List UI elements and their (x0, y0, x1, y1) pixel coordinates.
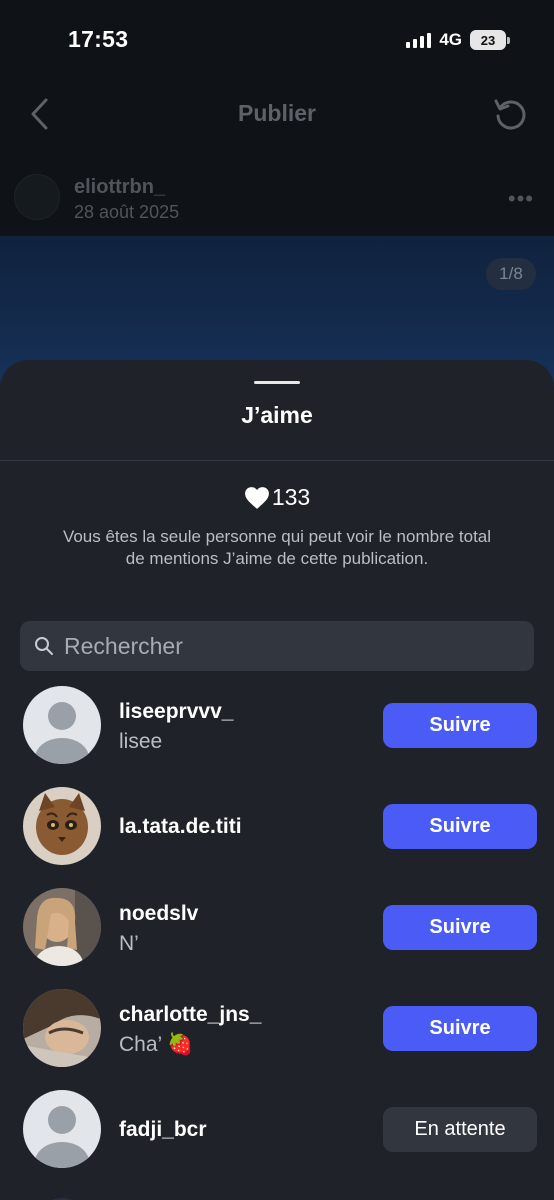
battery-icon: 23 (470, 30, 510, 50)
likers-list: liseeprvvv_ lisee Suivre la.tata.de.titi… (0, 686, 554, 1191)
privacy-note: Vous êtes la seule personne qui peut voi… (62, 527, 492, 568)
search-input[interactable] (64, 632, 514, 660)
list-item[interactable]: charlotte_jns_ Cha’ 🍓 Suivre (0, 989, 554, 1090)
username[interactable]: charlotte_jns_ (119, 1003, 261, 1027)
follow-button[interactable]: Suivre (383, 905, 537, 950)
network-type: 4G (439, 30, 462, 49)
divider (0, 460, 554, 461)
status-bar: 17:53 4G 23 (0, 0, 554, 80)
display-name: Cha’ 🍓 (119, 1033, 194, 1056)
search-bar[interactable] (20, 621, 534, 671)
page-title: Publier (238, 100, 316, 126)
user-photo-icon (23, 989, 101, 1067)
status-indicators: 4G 23 (406, 30, 510, 50)
list-item[interactable]: noedslv N’ Suivre (0, 888, 554, 989)
heart-icon (244, 486, 269, 509)
avatar (23, 1192, 101, 1200)
list-item[interactable]: fadji_bcr En attente (0, 1090, 554, 1191)
display-name: lisee (119, 730, 163, 753)
post-author-username[interactable]: eliottrbn_ (74, 176, 165, 199)
username[interactable]: noedslv (119, 902, 198, 926)
more-options-icon[interactable]: ••• (508, 186, 534, 212)
likes-summary: 133 (0, 484, 554, 511)
follow-button[interactable]: Suivre (383, 1006, 537, 1051)
pending-button[interactable]: En attente (383, 1107, 537, 1152)
list-item[interactable]: la.tata.de.titi Suivre (0, 787, 554, 888)
username[interactable]: fadji_bcr (119, 1118, 207, 1142)
default-avatar-icon (35, 1106, 89, 1168)
avatar[interactable] (23, 888, 101, 966)
post-date: 28 août 2025 (74, 202, 180, 222)
post-author-avatar[interactable] (14, 174, 60, 220)
user-photo-icon (23, 888, 101, 966)
page-indicator-badge: 1/8 (486, 258, 536, 290)
post-header: eliottrbn_ 28 août 2025 ••• (0, 168, 554, 234)
signal-icon (406, 32, 432, 48)
follow-button[interactable]: Suivre (383, 804, 537, 849)
avatar[interactable] (23, 1090, 101, 1168)
avatar[interactable] (23, 989, 101, 1067)
top-nav: Publier (0, 80, 554, 150)
default-avatar-icon (35, 702, 89, 764)
username[interactable]: liseeprvvv_ (119, 700, 233, 724)
likes-count: 133 (271, 484, 311, 510)
sheet-drag-handle[interactable] (254, 381, 300, 384)
refresh-icon[interactable] (492, 96, 528, 132)
search-icon (35, 637, 53, 655)
follow-button[interactable]: Suivre (383, 703, 537, 748)
sheet-title: J’aime (241, 402, 313, 428)
status-time: 17:53 (68, 26, 129, 52)
avatar[interactable] (23, 686, 101, 764)
likes-sheet: J’aime 133 Vous êtes la seule personne q… (0, 360, 554, 1200)
avatar[interactable] (23, 787, 101, 865)
list-item[interactable]: liseeprvvv_ lisee Suivre (0, 686, 554, 787)
battery-level: 23 (470, 30, 506, 50)
cat-photo-icon (23, 787, 101, 865)
username[interactable]: la.tata.de.titi (119, 815, 242, 839)
display-name: N’ (119, 932, 139, 955)
